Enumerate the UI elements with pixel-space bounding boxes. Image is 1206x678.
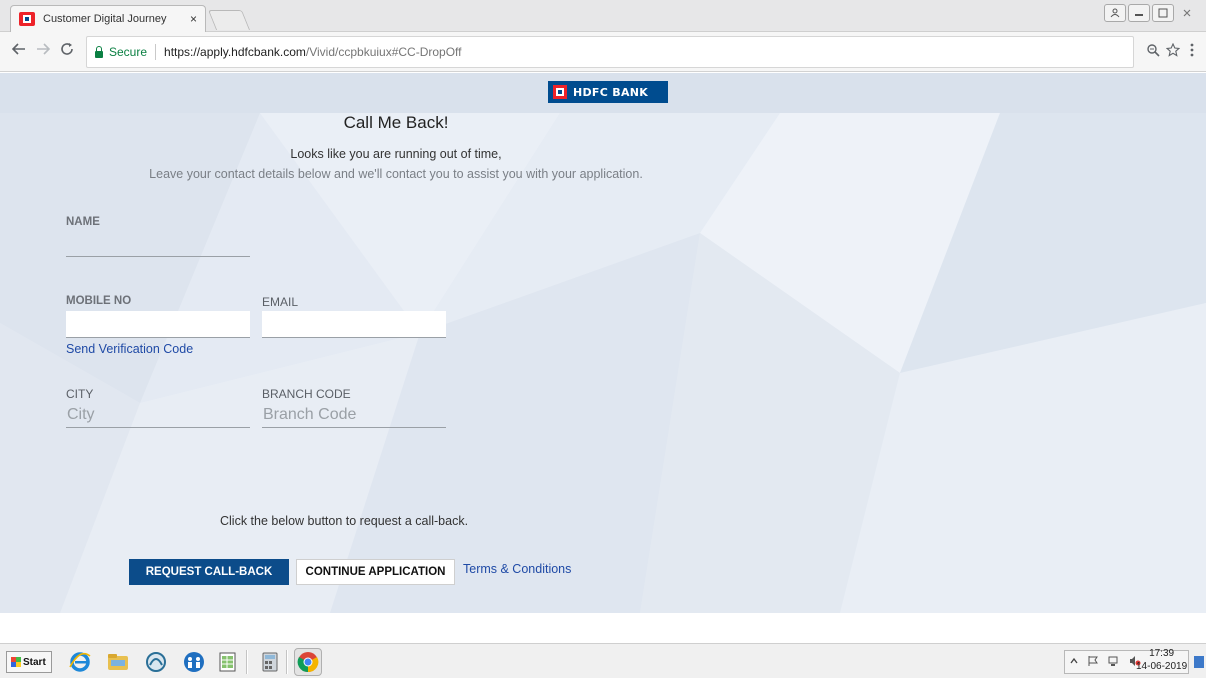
show-desktop-button[interactable] bbox=[1194, 656, 1204, 668]
email-input[interactable] bbox=[262, 311, 446, 338]
city-label: CITY bbox=[66, 387, 94, 401]
hdfc-bank-logo: HDFC BANK bbox=[548, 81, 668, 103]
page-title: Call Me Back! bbox=[343, 113, 449, 132]
back-icon[interactable] bbox=[11, 42, 26, 61]
hdfc-favicon-icon bbox=[19, 12, 35, 26]
network-icon[interactable] bbox=[1108, 655, 1120, 670]
window-controls bbox=[1104, 4, 1198, 22]
page-content: HDFC BANK Call Me Back! Looks like you a… bbox=[0, 73, 1206, 613]
file-explorer-icon[interactable] bbox=[104, 648, 132, 676]
request-call-back-button[interactable]: REQUEST CALL-BACK bbox=[129, 559, 289, 585]
start-label: Start bbox=[23, 656, 46, 668]
close-window-icon[interactable] bbox=[1176, 4, 1198, 22]
city-input[interactable] bbox=[66, 402, 250, 428]
url-path: /Vivid/ccpbkuiux#CC-DropOff bbox=[305, 45, 462, 59]
address-divider bbox=[155, 44, 157, 60]
people-app-icon[interactable] bbox=[180, 648, 208, 676]
subtitle-line-1: Looks like you are running out of time, bbox=[290, 147, 502, 161]
forward-icon[interactable] bbox=[36, 42, 51, 61]
clock-date: 14-06-2019 bbox=[1136, 661, 1188, 672]
browser-titlebar: Customer Digital Journey × bbox=[0, 0, 1206, 32]
branch-code-input[interactable] bbox=[262, 402, 446, 428]
star-icon[interactable] bbox=[1165, 42, 1181, 60]
url-host: https://apply.hdfcbank.com bbox=[164, 45, 306, 59]
address-bar[interactable]: Secure https://apply.hdfcbank.com/Vivid/… bbox=[86, 36, 1134, 68]
taskbar-separator bbox=[286, 650, 288, 674]
taskbar-separator bbox=[246, 650, 248, 674]
start-button[interactable]: Start bbox=[6, 651, 52, 673]
hdfc-logo-mark-icon bbox=[553, 85, 567, 99]
secure-label: Secure bbox=[109, 45, 148, 59]
maximize-icon[interactable] bbox=[1152, 4, 1174, 22]
callback-hint: Click the below button to request a call… bbox=[220, 514, 469, 528]
terms-conditions-link[interactable]: Terms & Conditions bbox=[463, 562, 571, 576]
show-hidden-icons-icon[interactable] bbox=[1070, 656, 1078, 668]
calculator-icon[interactable] bbox=[256, 648, 284, 676]
branch-code-label: BRANCH CODE bbox=[262, 387, 351, 401]
windows-flag-icon bbox=[11, 657, 21, 667]
browser-tab[interactable]: Customer Digital Journey × bbox=[10, 5, 206, 32]
windows-taskbar: Start 17:39 14-06-2019 bbox=[0, 643, 1206, 678]
profile-icon[interactable] bbox=[1104, 4, 1126, 22]
spreadsheet-app-icon[interactable] bbox=[214, 648, 242, 676]
new-tab-button[interactable] bbox=[207, 10, 251, 30]
reload-icon[interactable] bbox=[60, 42, 74, 61]
menu-icon[interactable] bbox=[1190, 43, 1194, 60]
lock-icon bbox=[95, 45, 103, 58]
browser-toolbar: Secure https://apply.hdfcbank.com/Vivid/… bbox=[0, 32, 1206, 72]
email-label: EMAIL bbox=[262, 295, 299, 309]
chrome-icon[interactable] bbox=[294, 648, 322, 676]
zoom-icon[interactable] bbox=[1146, 43, 1160, 60]
name-input[interactable] bbox=[66, 231, 250, 257]
internet-explorer-icon[interactable] bbox=[66, 648, 94, 676]
mobile-input[interactable] bbox=[66, 311, 250, 338]
tab-close-icon[interactable]: × bbox=[190, 12, 197, 26]
brand-header: HDFC BANK bbox=[0, 73, 1206, 113]
continue-application-button[interactable]: CONTINUE APPLICATION bbox=[296, 559, 455, 585]
subtitle-line-2: Leave your contact details below and we'… bbox=[149, 167, 643, 181]
minimize-icon[interactable] bbox=[1128, 4, 1150, 22]
clock-time: 17:39 bbox=[1149, 648, 1175, 659]
media-app-icon[interactable] bbox=[142, 648, 170, 676]
send-verification-code-link[interactable]: Send Verification Code bbox=[66, 342, 193, 356]
system-clock[interactable]: 17:39 14-06-2019 bbox=[1136, 647, 1187, 673]
tab-title: Customer Digital Journey bbox=[43, 13, 167, 25]
name-label: NAME bbox=[66, 216, 100, 228]
action-center-flag-icon[interactable] bbox=[1087, 655, 1099, 670]
mobile-label: MOBILE NO bbox=[66, 295, 132, 307]
logo-text: HDFC BANK bbox=[573, 85, 649, 99]
